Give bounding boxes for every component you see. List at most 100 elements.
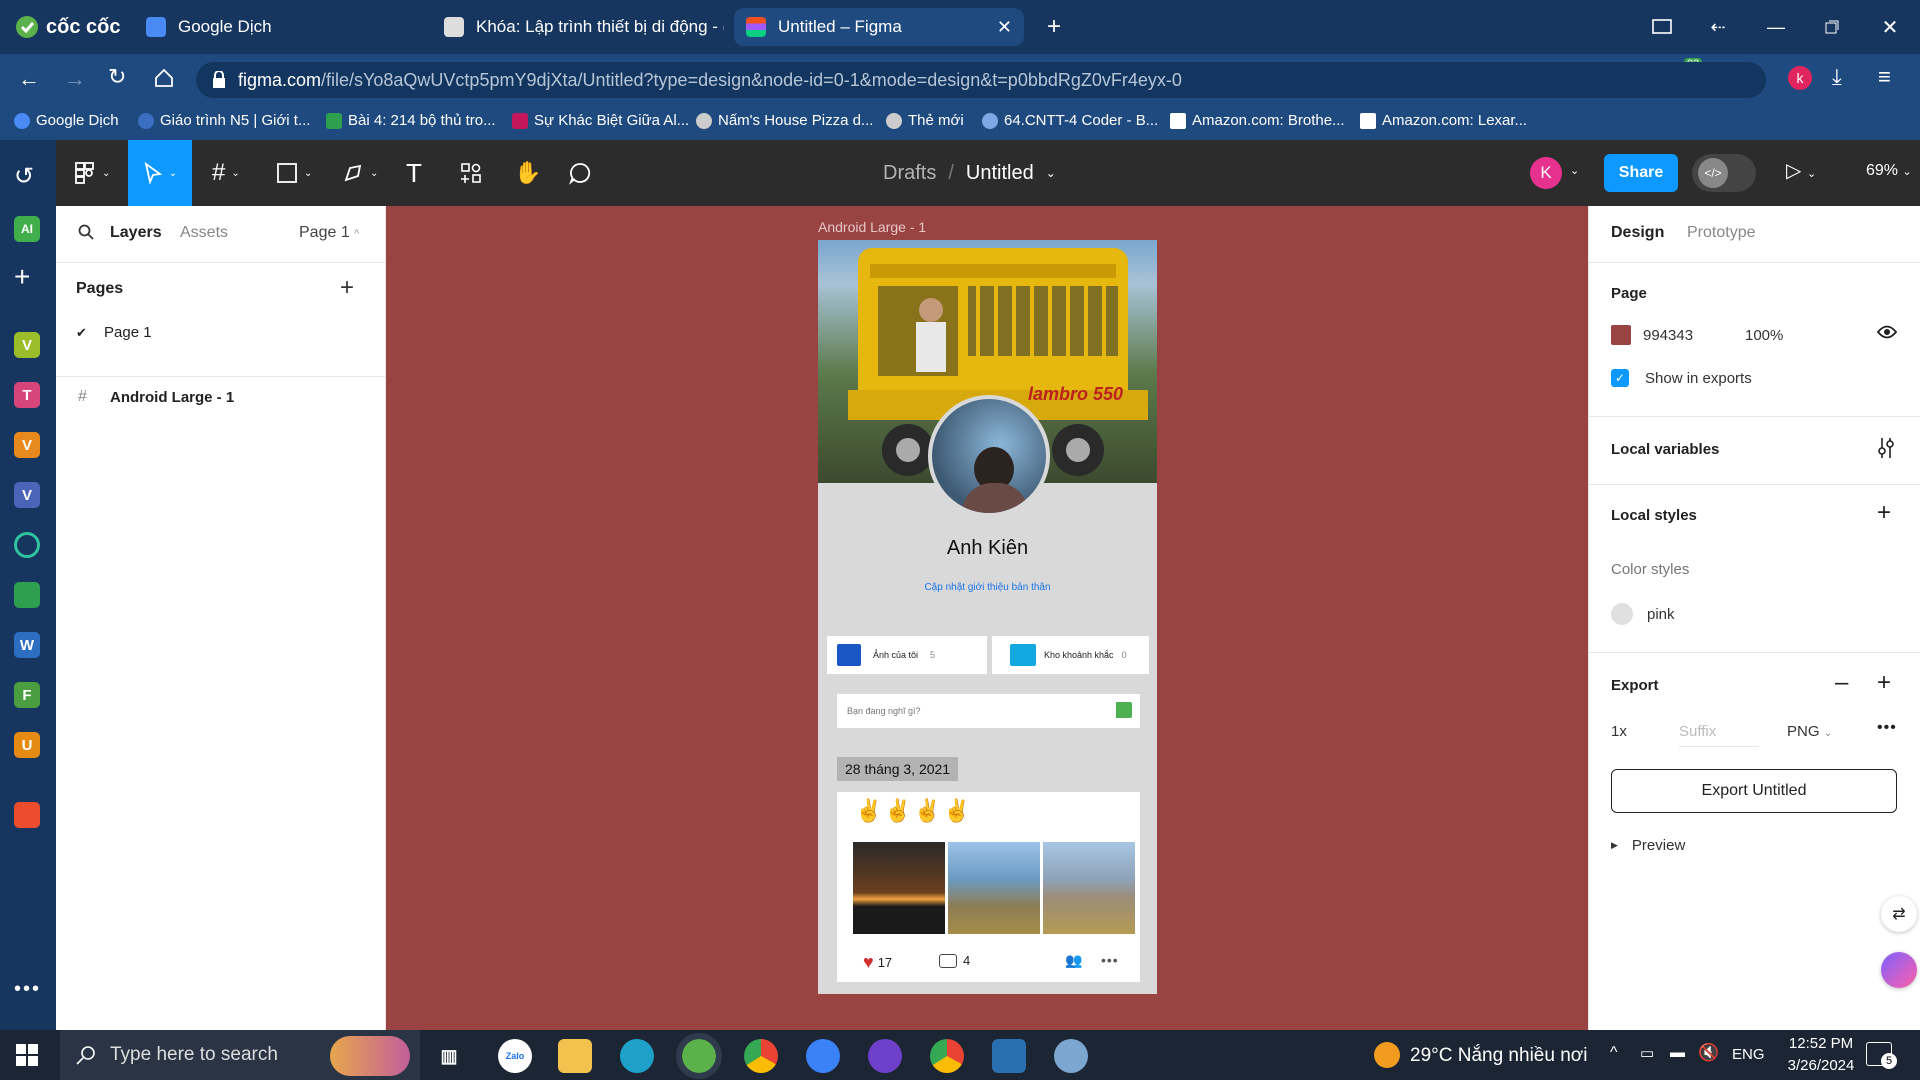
bookmark-item[interactable]: Google Dịch bbox=[14, 112, 119, 129]
network-icon[interactable]: ▭ bbox=[1640, 1044, 1654, 1062]
sidebar-app[interactable]: V bbox=[14, 482, 40, 508]
bookmark-item[interactable]: Thẻ mới bbox=[886, 112, 964, 129]
add-export-icon[interactable]: + bbox=[1877, 669, 1891, 697]
back-icon[interactable]: ← bbox=[18, 66, 40, 92]
comment-tool-icon[interactable] bbox=[568, 158, 592, 188]
chrome-profile-icon[interactable] bbox=[930, 1039, 964, 1073]
language-indicator[interactable]: ENG bbox=[1732, 1046, 1765, 1063]
album-card-moments[interactable]: Kho khoảnh khắc 0 bbox=[992, 636, 1149, 674]
sidebar-app[interactable]: U bbox=[14, 732, 40, 758]
update-bio-link[interactable]: Cập nhật giới thiệu bản thân bbox=[818, 582, 1157, 593]
bookmark-item[interactable]: Bài 4: 214 bộ thủ tro... bbox=[326, 112, 496, 129]
android-frame[interactable]: lambro 550 Anh Kiên Cập nhật giới thiệu … bbox=[818, 240, 1157, 994]
text-tool-icon[interactable]: T bbox=[406, 158, 422, 188]
battery-icon[interactable]: ▬ bbox=[1670, 1044, 1685, 1061]
dev-mode-toggle[interactable]: </> bbox=[1692, 154, 1756, 192]
remove-export-icon[interactable]: – bbox=[1835, 669, 1848, 697]
sidebar-app-ai[interactable]: AI bbox=[14, 216, 40, 242]
page-color-hex[interactable]: 994343 bbox=[1643, 327, 1693, 344]
profile-avatar-image[interactable] bbox=[928, 395, 1050, 517]
bookmark-item[interactable]: Amazon.com: Lexar... bbox=[1360, 112, 1527, 129]
chevron-down-icon[interactable]: ⌄ bbox=[1046, 166, 1056, 180]
minimize-button[interactable]: — bbox=[1762, 13, 1790, 41]
tab-search-icon[interactable] bbox=[1648, 13, 1676, 41]
taskbar-search[interactable]: Type here to search bbox=[60, 1030, 420, 1080]
sidebar-app[interactable]: V bbox=[14, 432, 40, 458]
user-avatar[interactable]: K bbox=[1530, 157, 1562, 189]
bookmark-item[interactable]: Giáo trình N5 | Giới t... bbox=[138, 112, 310, 129]
frame-label[interactable]: Android Large - 1 bbox=[818, 219, 926, 235]
speaker-muted-icon[interactable]: 🔇 bbox=[1698, 1043, 1719, 1063]
tab-design[interactable]: Design bbox=[1611, 224, 1664, 242]
download-icon[interactable]: ⤓ bbox=[1832, 64, 1842, 90]
app-icon[interactable] bbox=[992, 1039, 1026, 1073]
page-selector[interactable]: Page 1 ^ bbox=[299, 224, 359, 242]
image-upload-icon[interactable] bbox=[1114, 702, 1132, 718]
status-input[interactable]: Bạn đang nghĩ gì? bbox=[837, 694, 1140, 728]
export-button[interactable]: Export Untitled bbox=[1611, 769, 1897, 813]
comment-count[interactable]: 4 bbox=[939, 953, 970, 968]
address-bar[interactable]: figma.com/file/sYo8aQwUVctp5pmY9djXta/Un… bbox=[196, 62, 1766, 98]
tab-assets[interactable]: Assets bbox=[180, 224, 228, 242]
chrome-icon[interactable] bbox=[744, 1039, 778, 1073]
hand-tool-icon[interactable]: ✋ bbox=[514, 158, 541, 188]
tab-close-icon[interactable]: ✕ bbox=[997, 17, 1012, 38]
zalo-icon[interactable]: Zalo bbox=[498, 1039, 532, 1073]
page-color-opacity[interactable]: 100% bbox=[1745, 327, 1783, 344]
bookmark-item[interactable]: Nấm's House Pizza d... bbox=[696, 112, 873, 129]
frame-tool-button[interactable]: # ⌄ bbox=[212, 158, 240, 188]
add-app-icon[interactable]: + bbox=[14, 263, 30, 291]
layer-item[interactable]: # Android Large - 1 bbox=[78, 388, 234, 406]
forward-icon[interactable]: → bbox=[64, 66, 86, 92]
friends-icon[interactable]: 👥 bbox=[1065, 952, 1082, 969]
more-icon[interactable]: ••• bbox=[14, 978, 41, 1001]
page-item[interactable]: ✔ Page 1 bbox=[76, 324, 152, 341]
breadcrumb-drafts[interactable]: Drafts bbox=[883, 162, 936, 185]
color-style-item[interactable]: pink bbox=[1611, 603, 1675, 625]
tab-khoa-hoc[interactable]: Khóa: Lập trình thiết bị di động - ( bbox=[444, 8, 724, 46]
export-format-select[interactable]: PNG ⌄ bbox=[1787, 723, 1832, 740]
shape-tool-button[interactable]: ⌄ bbox=[276, 158, 312, 188]
clock-time[interactable]: 12:52 PM bbox=[1776, 1035, 1866, 1052]
zoom-dropdown[interactable]: 69% ⌄ bbox=[1866, 162, 1912, 180]
back-history-icon[interactable]: ⇠ bbox=[1704, 13, 1732, 41]
chatgpt-icon[interactable] bbox=[14, 532, 40, 558]
menu-icon[interactable]: ≡ bbox=[1878, 64, 1891, 90]
post-photo-sunset[interactable] bbox=[853, 842, 945, 934]
tab-google-dich[interactable]: Google Dịch bbox=[146, 8, 426, 46]
more-options-icon[interactable]: ••• bbox=[1101, 952, 1119, 968]
variables-settings-icon[interactable] bbox=[1877, 437, 1895, 459]
chevron-down-icon[interactable]: ⌄ bbox=[1570, 164, 1579, 177]
coccoc-taskbar-icon[interactable] bbox=[676, 1033, 722, 1079]
sidebar-app-icon[interactable] bbox=[14, 582, 40, 608]
post-photo-city[interactable] bbox=[1043, 842, 1135, 934]
new-tab-button[interactable]: + bbox=[1040, 13, 1068, 41]
ai-assistant-icon[interactable] bbox=[1881, 952, 1917, 988]
notifications-icon[interactable]: 5 bbox=[1866, 1042, 1897, 1069]
file-explorer-icon[interactable] bbox=[558, 1039, 592, 1073]
weather-icon[interactable] bbox=[1374, 1042, 1400, 1068]
bookmark-item[interactable]: Amazon.com: Brothe... bbox=[1170, 112, 1345, 129]
shopee-icon[interactable] bbox=[14, 802, 40, 828]
chevron-up-icon[interactable]: ^ bbox=[1610, 1044, 1618, 1062]
restore-button[interactable] bbox=[1818, 13, 1846, 41]
app-store-icon[interactable] bbox=[806, 1039, 840, 1073]
home-icon[interactable] bbox=[154, 68, 174, 88]
export-scale[interactable]: 1x bbox=[1611, 723, 1627, 740]
github-icon[interactable] bbox=[868, 1039, 902, 1073]
bookmark-item[interactable]: Sự Khác Biệt Giữa Al... bbox=[512, 112, 689, 129]
tab-prototype[interactable]: Prototype bbox=[1687, 224, 1755, 242]
resources-tool-icon[interactable] bbox=[460, 158, 482, 188]
browser-logo[interactable]: cốc cốc bbox=[14, 14, 120, 40]
present-button[interactable]: ▷ ⌄ bbox=[1786, 158, 1816, 183]
sidebar-app[interactable]: V bbox=[14, 332, 40, 358]
add-style-icon[interactable]: + bbox=[1877, 499, 1891, 527]
file-name[interactable]: Untitled bbox=[966, 162, 1034, 185]
add-page-icon[interactable]: + bbox=[340, 274, 354, 302]
sidebar-app[interactable]: W bbox=[14, 632, 40, 658]
visibility-eye-icon[interactable] bbox=[1877, 325, 1897, 339]
close-window-button[interactable]: ✕ bbox=[1876, 13, 1904, 41]
suffix-input[interactable]: Suffix bbox=[1679, 717, 1759, 747]
sidebar-app[interactable]: F bbox=[14, 682, 40, 708]
pen-tool-button[interactable]: ⌄ bbox=[342, 158, 378, 188]
